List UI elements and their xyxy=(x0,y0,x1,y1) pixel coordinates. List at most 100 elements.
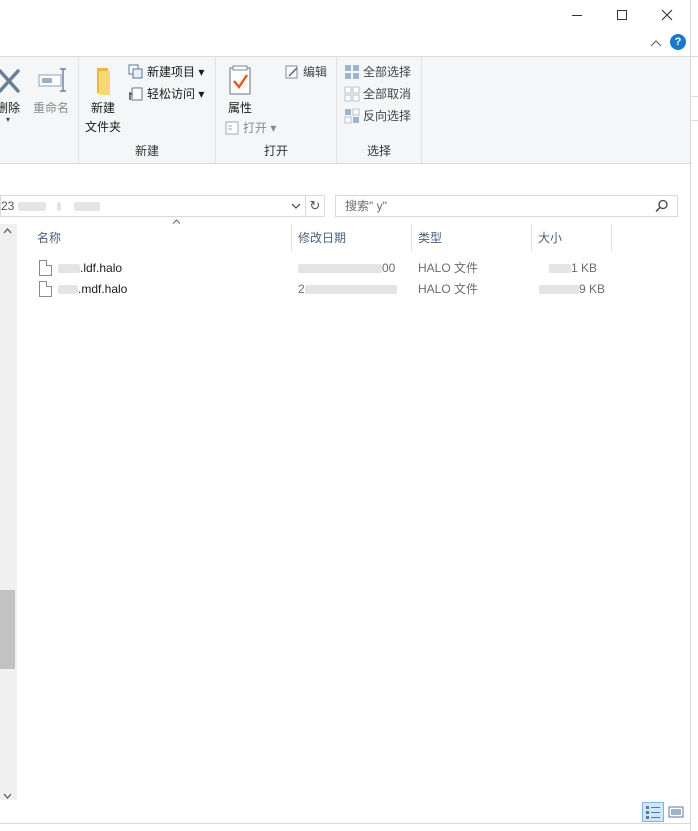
help-icon: ? xyxy=(674,36,682,48)
divider xyxy=(691,56,698,57)
address-bar[interactable]: 23 xyxy=(0,195,306,217)
file-name: .ldf.halo xyxy=(58,258,122,279)
ribbon-group-organize: 删除 ▾ 重命名 xyxy=(0,57,79,163)
search-icon[interactable] xyxy=(655,199,669,213)
file-icon xyxy=(39,260,52,276)
file-type: HALO 文件 xyxy=(418,261,479,275)
ribbon-collapse-button[interactable] xyxy=(648,36,664,52)
rename-label: 重命名 xyxy=(32,101,69,115)
file-size: 9 KB xyxy=(539,279,605,300)
redacted-text xyxy=(298,264,382,274)
ribbon-group-open: 属性 编辑 打开 ▾ 打开 xyxy=(216,57,337,163)
column-header-size[interactable]: 大小 xyxy=(532,224,612,252)
chevron-up-icon xyxy=(650,40,662,47)
ribbon-group-select: 全部选择 全部取消 反向选择 选择 xyxy=(337,57,422,163)
details-view-button[interactable] xyxy=(642,802,664,822)
divider xyxy=(691,96,698,97)
redacted-text xyxy=(57,202,62,212)
redacted-text xyxy=(17,202,46,212)
open-button[interactable]: 打开 ▾ xyxy=(224,119,276,136)
column-header-type[interactable]: 类型 xyxy=(412,224,532,252)
minimize-button[interactable] xyxy=(554,0,600,30)
file-date: 00 xyxy=(298,258,395,279)
file-type: HALO 文件 xyxy=(418,282,479,296)
details-view-icon xyxy=(646,806,660,819)
address-dropdown-button[interactable] xyxy=(291,196,301,218)
help-button[interactable]: ? xyxy=(670,34,686,50)
minimize-icon xyxy=(572,14,582,16)
scroll-thumb[interactable] xyxy=(0,590,15,669)
edit-icon xyxy=(285,65,298,78)
folder-icon xyxy=(97,68,110,95)
refresh-button[interactable]: ↻ xyxy=(306,195,325,217)
ribbon-group-open-label: 打开 xyxy=(263,144,288,158)
nav-pane-scrollbar[interactable] xyxy=(0,224,17,804)
new-item-label: 新建项目 ▾ xyxy=(147,65,205,79)
new-item-icon xyxy=(128,64,143,78)
easy-access-button[interactable]: 轻松访问 ▾ xyxy=(128,85,204,102)
refresh-icon: ↻ xyxy=(309,198,321,213)
file-size: 1 KB xyxy=(549,258,597,279)
redacted-text xyxy=(74,202,101,212)
divider xyxy=(691,120,698,121)
delete-label: 删除 xyxy=(0,101,21,115)
delete-button[interactable]: 删除 ▾ xyxy=(0,67,24,124)
delete-icon xyxy=(0,69,20,93)
delete-dropdown-arrow-icon: ▾ xyxy=(6,115,11,124)
large-icons-view-button[interactable] xyxy=(666,802,688,822)
properties-label: 属性 xyxy=(227,101,252,115)
properties-icon xyxy=(229,65,251,95)
maximize-button[interactable] xyxy=(599,0,645,30)
properties-button[interactable]: 属性 xyxy=(222,65,258,116)
file-row[interactable]: .mdf.halo 2 HALO 文件 9 KB xyxy=(17,279,690,300)
file-icon xyxy=(39,281,52,297)
edit-button[interactable]: 编辑 xyxy=(284,63,327,80)
easy-access-icon xyxy=(129,87,143,100)
invert-selection-button[interactable]: 反向选择 xyxy=(344,107,411,124)
new-folder-button[interactable]: 新建 文件夹 xyxy=(83,65,123,135)
status-bar xyxy=(0,800,690,831)
select-none-button[interactable]: 全部取消 xyxy=(344,85,411,102)
select-none-label: 全部取消 xyxy=(363,87,412,101)
invert-selection-icon xyxy=(344,108,360,123)
window-bottom-border xyxy=(0,823,690,824)
redacted-text xyxy=(58,285,78,295)
chevron-up-icon xyxy=(3,228,12,234)
large-icons-view-icon xyxy=(668,806,684,818)
new-folder-label-2: 文件夹 xyxy=(84,120,121,134)
maximize-icon xyxy=(617,10,627,20)
file-date: 2 xyxy=(298,279,397,300)
scroll-up-button[interactable] xyxy=(3,226,12,237)
close-button[interactable] xyxy=(644,0,690,30)
search-box[interactable]: 搜索" y" xyxy=(335,195,678,217)
adjacent-window-edge xyxy=(690,0,698,831)
column-header-row: 名称 修改日期 类型 大小 xyxy=(17,219,690,252)
redacted-text xyxy=(539,285,579,295)
select-all-button[interactable]: 全部选择 xyxy=(344,63,411,80)
file-name: .mdf.halo xyxy=(58,279,127,300)
invert-selection-label: 反向选择 xyxy=(363,109,412,123)
select-all-label: 全部选择 xyxy=(363,65,412,79)
select-all-icon xyxy=(345,64,359,79)
column-header-date[interactable]: 修改日期 xyxy=(292,224,412,252)
address-path: 23 xyxy=(1,196,101,216)
new-folder-label-1: 新建 xyxy=(90,101,115,115)
edit-label: 编辑 xyxy=(303,65,328,79)
ribbon-group-new: 新建 文件夹 新建项目 ▾ 轻松访问 ▾ 新建 xyxy=(79,57,216,163)
title-bar xyxy=(0,0,690,32)
search-placeholder: 搜索" y" xyxy=(345,199,387,213)
file-row[interactable]: .ldf.halo 00 HALO 文件 1 KB xyxy=(17,258,690,279)
rename-button[interactable]: 重命名 xyxy=(32,67,72,116)
chevron-down-icon xyxy=(291,203,301,209)
ribbon: 删除 ▾ 重命名 新建 文件夹 新建项目 ▾ 轻松访问 ▾ 新建 属性 编辑 打… xyxy=(0,56,690,164)
chevron-down-icon xyxy=(3,793,12,799)
new-item-button[interactable]: 新建项目 ▾ xyxy=(128,63,204,80)
redacted-text xyxy=(58,264,80,274)
redacted-text xyxy=(549,264,571,274)
ribbon-group-new-label: 新建 xyxy=(134,144,159,158)
column-header-name[interactable]: 名称 xyxy=(31,224,292,252)
ribbon-tab-strip xyxy=(0,32,690,56)
select-none-icon xyxy=(344,86,360,101)
open-label: 打开 ▾ xyxy=(243,121,277,135)
rename-icon xyxy=(38,68,66,92)
